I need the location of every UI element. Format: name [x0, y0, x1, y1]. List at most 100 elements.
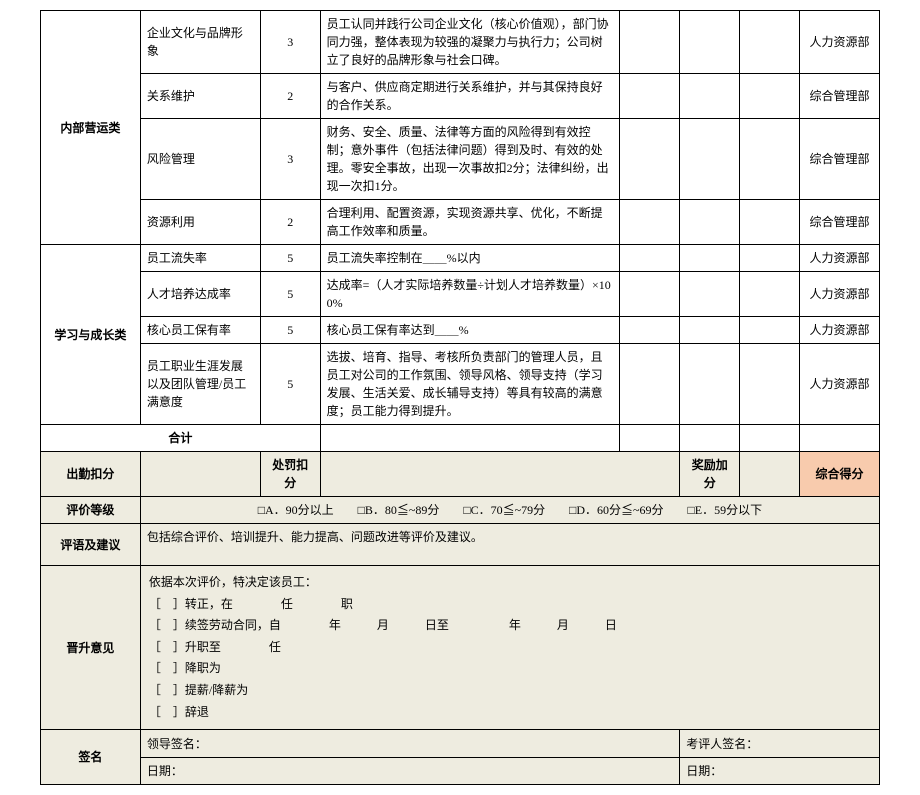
item-label: 关系维护 — [140, 74, 260, 119]
score-cell — [680, 74, 740, 119]
promote-line: ［ ］升职至 任 — [149, 637, 871, 659]
penalty-deduct-label: 处罚扣分 — [260, 452, 320, 497]
promote-line: ［ ］提薪/降薪为 — [149, 680, 871, 702]
dept: 人力资源部 — [800, 344, 880, 425]
score-cell — [740, 11, 800, 74]
score-cell — [620, 245, 680, 272]
standard: 合理利用、配置资源，实现资源共享、优化，不断提高工作效率和质量。 — [320, 200, 620, 245]
score-cell — [680, 344, 740, 425]
weight: 3 — [260, 11, 320, 74]
rating-label: 评价等级 — [41, 497, 141, 524]
score-cell — [740, 272, 800, 317]
item-label: 资源利用 — [140, 200, 260, 245]
standard: 员工流失率控制在＿＿%以内 — [320, 245, 620, 272]
promote-line: 依据本次评价，特决定该员工： — [149, 572, 871, 594]
promote-line: ［ ］降职为 — [149, 658, 871, 680]
score-cell — [620, 11, 680, 74]
category-internal-ops: 内部营运类 — [41, 11, 141, 245]
attendance-deduct-value — [140, 452, 260, 497]
score-cell — [740, 317, 800, 344]
score-cell — [620, 74, 680, 119]
score-cell — [680, 272, 740, 317]
standard: 选拔、培育、指导、考核所负责部门的管理人员，且员工对公司的工作氛围、领导风格、领… — [320, 344, 620, 425]
score-cell — [620, 272, 680, 317]
comment-text: 包括综合评价、培训提升、能力提高、问题改进等评价及建议。 — [140, 524, 879, 566]
weight: 5 — [260, 344, 320, 425]
total-cell — [320, 425, 620, 452]
score-cell — [740, 245, 800, 272]
score-cell — [620, 200, 680, 245]
dept: 综合管理部 — [800, 74, 880, 119]
table-row: 员工职业生涯发展以及团队管理/员工满意度 5 选拔、培育、指导、考核所负责部门的… — [41, 344, 880, 425]
reward-value — [740, 452, 800, 497]
table-row: 风险管理 3 财务、安全、质量、法律等方面的风险得到有效控制；意外事件（包括法律… — [41, 119, 880, 200]
evaluation-table: 内部营运类 企业文化与品牌形象 3 员工认同并践行公司企业文化（核心价值观），部… — [40, 10, 880, 785]
reviewer-signature: 考评人签名： — [680, 730, 880, 758]
penalty-deduct-value — [320, 452, 680, 497]
item-label: 风险管理 — [140, 119, 260, 200]
score-cell — [620, 344, 680, 425]
total-cell — [740, 425, 800, 452]
rating-row: 评价等级 □A．90分以上 □B．80≦~89分 □C．70≦~79分 □D．6… — [41, 497, 880, 524]
weight: 2 — [260, 200, 320, 245]
promotion-content: 依据本次评价，特决定该员工： ［ ］转正，在 任 职 ［ ］续签劳动合同，自 年… — [140, 566, 879, 730]
score-cell — [680, 317, 740, 344]
reward-label: 奖励加分 — [680, 452, 740, 497]
score-cell — [680, 200, 740, 245]
weight: 5 — [260, 245, 320, 272]
total-row: 合计 — [41, 425, 880, 452]
item-label: 企业文化与品牌形象 — [140, 11, 260, 74]
score-cell — [680, 11, 740, 74]
score-cell — [740, 344, 800, 425]
final-score-label: 综合得分 — [800, 452, 880, 497]
total-cell — [800, 425, 880, 452]
comment-row: 评语及建议 包括综合评价、培训提升、能力提高、问题改进等评价及建议。 — [41, 524, 880, 566]
score-cell — [620, 317, 680, 344]
promotion-row: 晋升意见 依据本次评价，特决定该员工： ［ ］转正，在 任 职 ［ ］续签劳动合… — [41, 566, 880, 730]
promote-line: ［ ］辞退 — [149, 702, 871, 724]
table-row: 学习与成长类 员工流失率 5 员工流失率控制在＿＿%以内 人力资源部 — [41, 245, 880, 272]
dept: 人力资源部 — [800, 245, 880, 272]
item-label: 员工职业生涯发展以及团队管理/员工满意度 — [140, 344, 260, 425]
dept: 人力资源部 — [800, 272, 880, 317]
comment-label: 评语及建议 — [41, 524, 141, 566]
signature-row-1: 签名 领导签名： 考评人签名： — [41, 730, 880, 758]
score-cell — [680, 245, 740, 272]
score-cell — [740, 119, 800, 200]
item-label: 核心员工保有率 — [140, 317, 260, 344]
table-row: 人才培养达成率 5 达成率=（人才实际培养数量÷计划人才培养数量）×100% 人… — [41, 272, 880, 317]
standard: 员工认同并践行公司企业文化（核心价值观），部门协同力强，整体表现为较强的凝聚力与… — [320, 11, 620, 74]
weight: 3 — [260, 119, 320, 200]
table-row: 核心员工保有率 5 核心员工保有率达到＿＿% 人力资源部 — [41, 317, 880, 344]
reviewer-date: 日期： — [680, 758, 880, 785]
dept: 人力资源部 — [800, 11, 880, 74]
weight: 5 — [260, 272, 320, 317]
total-label: 合计 — [41, 425, 321, 452]
leader-signature: 领导签名： — [140, 730, 679, 758]
weight: 2 — [260, 74, 320, 119]
leader-date: 日期： — [140, 758, 679, 785]
item-label: 员工流失率 — [140, 245, 260, 272]
dept: 人力资源部 — [800, 317, 880, 344]
standard: 与客户、供应商定期进行关系维护，并与其保持良好的合作关系。 — [320, 74, 620, 119]
dept: 综合管理部 — [800, 200, 880, 245]
signature-row-2: 日期： 日期： — [41, 758, 880, 785]
category-learning: 学习与成长类 — [41, 245, 141, 425]
dept: 综合管理部 — [800, 119, 880, 200]
total-cell — [620, 425, 680, 452]
weight: 5 — [260, 317, 320, 344]
score-cell — [680, 119, 740, 200]
standard: 核心员工保有率达到＿＿% — [320, 317, 620, 344]
promote-line: ［ ］转正，在 任 职 — [149, 594, 871, 616]
table-row: 关系维护 2 与客户、供应商定期进行关系维护，并与其保持良好的合作关系。 综合管… — [41, 74, 880, 119]
score-cell — [740, 74, 800, 119]
promotion-label: 晋升意见 — [41, 566, 141, 730]
table-row: 内部营运类 企业文化与品牌形象 3 员工认同并践行公司企业文化（核心价值观），部… — [41, 11, 880, 74]
standard: 财务、安全、质量、法律等方面的风险得到有效控制；意外事件（包括法律问题）得到及时… — [320, 119, 620, 200]
item-label: 人才培养达成率 — [140, 272, 260, 317]
standard: 达成率=（人才实际培养数量÷计划人才培养数量）×100% — [320, 272, 620, 317]
table-row: 资源利用 2 合理利用、配置资源，实现资源共享、优化，不断提高工作效率和质量。 … — [41, 200, 880, 245]
score-cell — [740, 200, 800, 245]
total-cell — [680, 425, 740, 452]
rating-options: □A．90分以上 □B．80≦~89分 □C．70≦~79分 □D．60分≦~6… — [140, 497, 879, 524]
